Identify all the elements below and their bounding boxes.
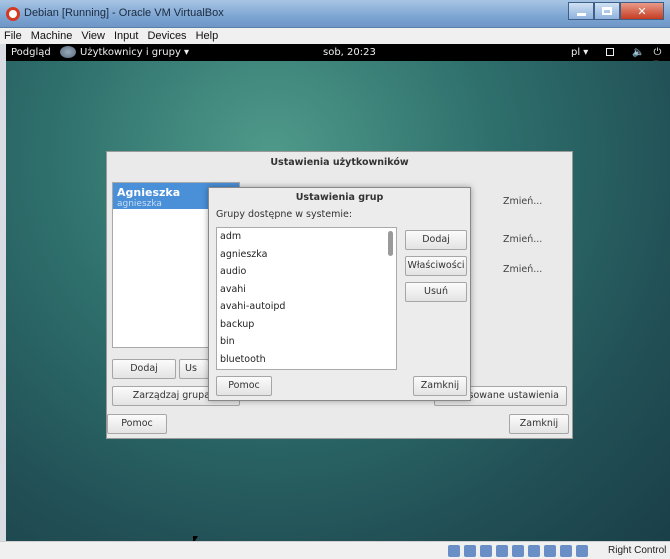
maximize-button[interactable] — [594, 2, 620, 20]
host-menubar: File Machine View Input Devices Help — [0, 28, 670, 44]
menu-machine[interactable]: Machine — [31, 30, 73, 42]
add-user-button[interactable]: Dodaj — [112, 359, 176, 379]
list-item[interactable]: agnieszka — [217, 246, 396, 264]
group-settings-dialog: Ustawienia grup Grupy dostępne w systemi… — [208, 187, 471, 401]
gnome-top-panel: Podgląd Użytkownicy i grupy ▾ sob, 20:23… — [6, 44, 670, 69]
panel-clock[interactable]: sob, 20:23 — [323, 47, 376, 58]
remove-group-button[interactable]: Usuń — [405, 282, 467, 302]
host-statusbar: Right Control — [0, 541, 670, 559]
app-menu-label: Użytkownicy i grupy ▾ — [80, 47, 190, 58]
users-app-icon — [60, 45, 76, 58]
list-item[interactable]: audio — [217, 263, 396, 281]
group-list-scrollbar[interactable] — [388, 231, 393, 256]
group-settings-title: Ustawienia grup — [295, 192, 384, 203]
maximize-icon — [602, 7, 612, 15]
menu-view[interactable]: View — [81, 30, 105, 42]
help-button[interactable]: Pomoc — [107, 414, 167, 434]
list-item[interactable]: bin — [217, 333, 396, 351]
network-icon[interactable] — [528, 545, 540, 557]
guest-desktop: Ustawienia użytkowników Agnieszka agnies… — [6, 61, 670, 541]
list-item[interactable]: adm — [217, 228, 396, 246]
group-list[interactable]: adm agnieszka audio avahi avahi-autoipd … — [216, 227, 397, 370]
minimize-icon — [576, 12, 586, 16]
virtualbox-logo-icon — [6, 7, 20, 21]
change-name-button[interactable]: Zmień... — [503, 196, 542, 207]
group-list-label: Grupy dostępne w systemie: — [216, 209, 353, 220]
close-icon: ✕ — [637, 4, 647, 18]
change-account-button[interactable]: Zmień... — [503, 264, 542, 275]
group-help-button[interactable]: Pomoc — [216, 376, 272, 396]
optical-drive-icon[interactable] — [464, 545, 476, 557]
usb-icon[interactable] — [544, 545, 556, 557]
statusbar-device-icons — [448, 545, 592, 557]
video-capture-icon[interactable] — [560, 545, 572, 557]
app-menu[interactable]: Użytkownicy i grupy ▾ — [60, 45, 190, 58]
add-group-button[interactable]: Dodaj — [405, 230, 467, 250]
group-close-button[interactable]: Zamknij — [413, 376, 467, 396]
minimize-button[interactable] — [568, 2, 594, 20]
keyboard-capture-icon[interactable] — [576, 545, 588, 557]
hard-disk-icon[interactable] — [448, 545, 460, 557]
remove-user-button[interactable]: Us — [179, 359, 209, 379]
menu-help[interactable]: Help — [196, 30, 219, 42]
close-dialog-button[interactable]: Zamknij — [509, 414, 569, 434]
menu-devices[interactable]: Devices — [147, 30, 186, 42]
menu-input[interactable]: Input — [114, 30, 138, 42]
close-window-button[interactable]: ✕ — [620, 2, 664, 20]
group-properties-button[interactable]: Właściwości — [405, 256, 467, 276]
floppy-icon[interactable] — [480, 545, 492, 557]
display-status-icon[interactable] — [512, 545, 524, 557]
change-password-button[interactable]: Zmień... — [503, 234, 542, 245]
list-item[interactable]: avahi-autoipd — [217, 298, 396, 316]
keyboard-layout-indicator[interactable]: pl ▾ — [571, 47, 588, 58]
menu-file[interactable]: File — [4, 30, 22, 42]
shared-folders-icon[interactable] — [496, 545, 508, 557]
host-key-label: Right Control — [608, 545, 667, 556]
list-item[interactable]: avahi — [217, 281, 396, 299]
user-settings-title: Ustawienia użytkowników — [270, 157, 409, 168]
list-item[interactable]: bluetooth — [217, 351, 396, 369]
list-item[interactable]: backup — [217, 316, 396, 334]
window-titlebar: Debian [Running] - Oracle VM VirtualBox … — [0, 0, 670, 28]
window-title: Debian [Running] - Oracle VM VirtualBox — [24, 7, 224, 19]
activities-button[interactable]: Podgląd — [11, 47, 51, 58]
